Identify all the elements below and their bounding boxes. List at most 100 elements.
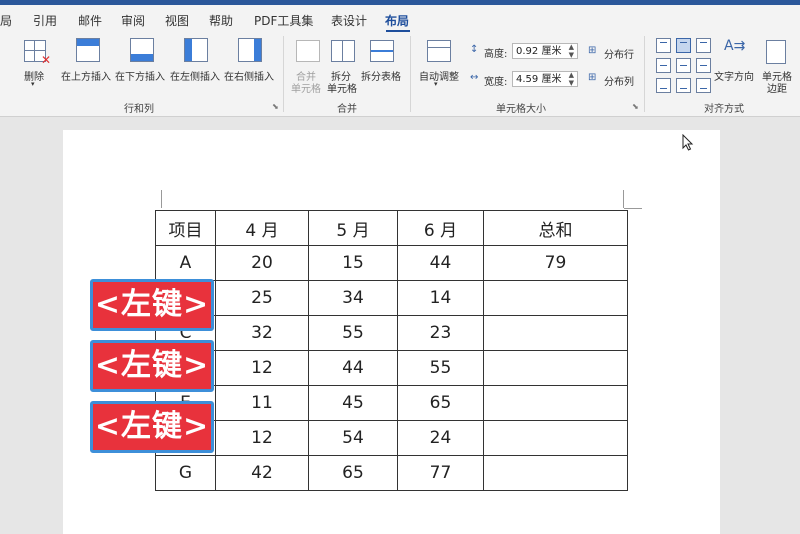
tab-references[interactable]: 引用 bbox=[33, 12, 57, 29]
header-cell[interactable]: 4 月 bbox=[215, 210, 309, 246]
insert-right-icon bbox=[238, 38, 262, 62]
chevron-down-icon: ▾ bbox=[31, 80, 35, 88]
text-direction-button[interactable]: 文字方向 bbox=[714, 68, 754, 83]
align-center-icon[interactable] bbox=[676, 58, 691, 73]
tab-view[interactable]: 视图 bbox=[165, 12, 189, 29]
row-height-icon: ↕ bbox=[470, 44, 479, 55]
column-width-value: 4.59 厘米 bbox=[516, 74, 562, 85]
split-table-button[interactable]: 拆分表格 bbox=[361, 68, 401, 83]
table-cell[interactable]: 44 bbox=[308, 350, 398, 386]
insert-left-icon bbox=[184, 38, 208, 62]
data-table[interactable]: 项目 4 月 5 月 6 月 总和 A 20 15 44 79 B 25 34 … bbox=[155, 210, 628, 491]
table-cell[interactable] bbox=[483, 455, 628, 491]
table-cell[interactable]: 12 bbox=[215, 350, 309, 386]
table-row: E 11 45 65 bbox=[155, 385, 628, 421]
crop-mark bbox=[624, 208, 642, 209]
table-cell[interactable]: G bbox=[155, 455, 216, 491]
align-top-left-icon[interactable] bbox=[656, 38, 671, 53]
title-bar-strip bbox=[0, 0, 800, 5]
align-bottom-center-icon[interactable] bbox=[676, 78, 691, 93]
distribute-cols-icon: ⊞ bbox=[588, 72, 597, 83]
table-row: B 25 34 14 bbox=[155, 280, 628, 316]
tab-pdf-tools[interactable]: PDF工具集 bbox=[254, 12, 313, 29]
table-cell[interactable]: 11 bbox=[215, 385, 309, 421]
table-cell[interactable]: 15 bbox=[308, 245, 398, 281]
text-direction-icon: A⇉ bbox=[724, 38, 746, 54]
cell-margins-icon bbox=[766, 40, 786, 64]
align-top-right-icon[interactable] bbox=[696, 38, 711, 53]
autofit-button[interactable]: 自动调整 bbox=[419, 68, 459, 83]
stepper-arrows-icon[interactable]: ▲ ▼ bbox=[569, 43, 574, 59]
row-height-stepper[interactable]: 0.92 厘米 ▲ ▼ bbox=[512, 43, 578, 59]
crop-mark bbox=[623, 190, 624, 208]
table-cell[interactable]: 79 bbox=[483, 245, 628, 281]
header-cell[interactable]: 总和 bbox=[483, 210, 628, 246]
table-cell[interactable]: 55 bbox=[308, 315, 398, 351]
table-cell[interactable]: 14 bbox=[397, 280, 484, 316]
table-cell[interactable]: 12 bbox=[215, 420, 309, 456]
width-label: 宽度: bbox=[484, 77, 508, 88]
row-height-value: 0.92 厘米 bbox=[516, 46, 562, 57]
tab-table-layout[interactable]: 布局 bbox=[385, 12, 409, 29]
table-cell[interactable]: 20 bbox=[215, 245, 309, 281]
table-cell[interactable]: 25 bbox=[215, 280, 309, 316]
merge-cells-icon bbox=[296, 40, 320, 62]
table-row: A 20 15 44 79 bbox=[155, 245, 628, 281]
merge-cells-label-2[interactable]: 单元格 bbox=[291, 80, 321, 95]
left-click-overlay: <左键> bbox=[90, 401, 214, 453]
table-cell[interactable]: A bbox=[155, 245, 216, 281]
tab-help[interactable]: 帮助 bbox=[209, 12, 233, 29]
table-cell[interactable]: 32 bbox=[215, 315, 309, 351]
header-cell[interactable]: 5 月 bbox=[308, 210, 398, 246]
cell-margins-label-2[interactable]: 边距 bbox=[767, 80, 787, 95]
group-separator bbox=[644, 36, 645, 112]
insert-above-button[interactable]: 在上方插入 bbox=[61, 68, 111, 83]
table-cell[interactable]: 65 bbox=[397, 385, 484, 421]
align-middle-left-icon[interactable] bbox=[656, 58, 671, 73]
table-cell[interactable]: 23 bbox=[397, 315, 484, 351]
chevron-down-icon: ▾ bbox=[434, 80, 438, 88]
distribute-cols-button[interactable]: 分布列 bbox=[604, 73, 634, 88]
table-cell[interactable] bbox=[483, 385, 628, 421]
align-bottom-left-icon[interactable] bbox=[656, 78, 671, 93]
table-cell[interactable]: 54 bbox=[308, 420, 398, 456]
table-cell[interactable]: 77 bbox=[397, 455, 484, 491]
table-cell[interactable]: 34 bbox=[308, 280, 398, 316]
table-cell[interactable]: 65 bbox=[308, 455, 398, 491]
insert-left-button[interactable]: 在左侧插入 bbox=[170, 68, 220, 83]
align-bottom-right-icon[interactable] bbox=[696, 78, 711, 93]
table-cell[interactable] bbox=[483, 420, 628, 456]
tab-review[interactable]: 审阅 bbox=[121, 12, 145, 29]
table-cell[interactable] bbox=[483, 315, 628, 351]
table-cell[interactable] bbox=[483, 280, 628, 316]
dialog-launcher-icon[interactable]: ⬊ bbox=[632, 102, 639, 111]
header-cell[interactable]: 项目 bbox=[155, 210, 216, 246]
stepper-arrows-icon[interactable]: ▲ ▼ bbox=[569, 71, 574, 87]
tab-mailings[interactable]: 邮件 bbox=[78, 12, 102, 29]
table-cell[interactable]: 55 bbox=[397, 350, 484, 386]
table-cell[interactable] bbox=[483, 350, 628, 386]
align-middle-right-icon[interactable] bbox=[696, 58, 711, 73]
column-width-stepper[interactable]: 4.59 厘米 ▲ ▼ bbox=[512, 71, 578, 87]
group-label-cell-size: 单元格大小 bbox=[496, 104, 546, 115]
table-row: G 42 65 77 bbox=[155, 455, 628, 491]
table-cell[interactable]: 45 bbox=[308, 385, 398, 421]
table-cell[interactable]: 42 bbox=[215, 455, 309, 491]
group-label-merge: 合并 bbox=[337, 104, 357, 115]
delete-table-icon: ✕ bbox=[24, 40, 51, 67]
table-cell[interactable]: 44 bbox=[397, 245, 484, 281]
align-top-center-icon[interactable] bbox=[676, 38, 691, 53]
header-cell[interactable]: 6 月 bbox=[397, 210, 484, 246]
split-cells-label-2[interactable]: 单元格 bbox=[327, 80, 357, 95]
insert-right-button[interactable]: 在右侧插入 bbox=[224, 68, 274, 83]
insert-below-button[interactable]: 在下方插入 bbox=[115, 68, 165, 83]
insert-above-icon bbox=[76, 38, 100, 62]
distribute-rows-icon: ⊞ bbox=[588, 45, 597, 56]
dialog-launcher-icon[interactable]: ⬊ bbox=[272, 102, 279, 111]
distribute-rows-button[interactable]: 分布行 bbox=[604, 46, 634, 61]
table-cell[interactable]: 24 bbox=[397, 420, 484, 456]
group-separator bbox=[410, 36, 411, 112]
tab-table-design[interactable]: 表设计 bbox=[331, 12, 367, 29]
group-separator bbox=[283, 36, 284, 112]
tab-layout-partial[interactable]: 局 bbox=[0, 12, 12, 29]
